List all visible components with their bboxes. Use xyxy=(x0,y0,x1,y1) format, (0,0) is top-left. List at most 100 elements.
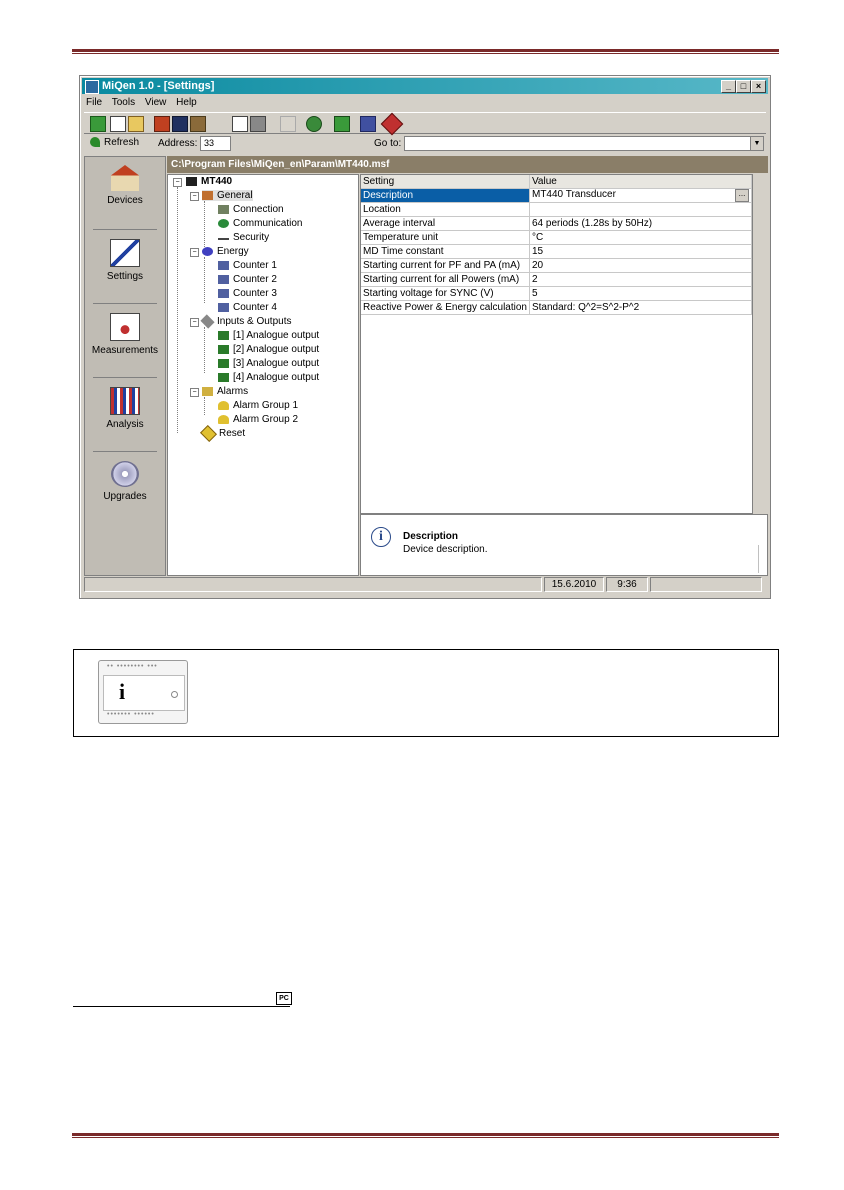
setting-value[interactable]: °C xyxy=(529,230,753,245)
table-row[interactable]: Description MT440 Transducer... xyxy=(361,188,753,203)
export-icon[interactable] xyxy=(190,116,206,132)
sidebar-label: Measurements xyxy=(91,345,159,356)
tree-node-counter-3[interactable]: Counter 3 xyxy=(218,288,277,299)
refresh-button[interactable]: Refresh xyxy=(90,137,139,148)
tree-line xyxy=(204,201,205,247)
tree-node-counter-4[interactable]: Counter 4 xyxy=(218,302,277,313)
tree-node-counter-1[interactable]: Counter 1 xyxy=(218,260,277,271)
sidebar-divider xyxy=(93,229,157,230)
tree-node-inputs-outputs[interactable]: Inputs & Outputs xyxy=(200,314,292,329)
tree-node-communication[interactable]: Communication xyxy=(218,218,302,229)
close-button[interactable]: × xyxy=(751,80,766,93)
tree-collapse-toggle[interactable]: − xyxy=(190,248,199,257)
print-preview-icon[interactable] xyxy=(232,116,248,132)
setting-name: Temperature unit xyxy=(361,230,530,245)
tree-node-analogue-output-4[interactable]: [4] Analogue output xyxy=(218,372,319,383)
table-row[interactable]: Starting current for PF and PA (mA) 20 xyxy=(361,258,753,273)
setting-value[interactable]: 5 xyxy=(529,286,753,301)
sidebar-item-upgrades[interactable]: Upgrades xyxy=(85,461,165,502)
table-row[interactable]: Temperature unit °C xyxy=(361,230,753,245)
tree-node-alarm-group-1[interactable]: Alarm Group 1 xyxy=(218,400,298,411)
setting-name: Description xyxy=(361,188,530,203)
setting-value[interactable]: 64 periods (1.28s by 50Hz) xyxy=(529,216,753,231)
table-row[interactable]: Starting voltage for SYNC (V) 5 xyxy=(361,286,753,301)
setting-value[interactable]: MT440 Transducer... xyxy=(529,188,753,203)
minimize-button[interactable]: _ xyxy=(721,80,736,93)
tree-collapse-toggle[interactable]: − xyxy=(190,388,199,397)
terminal-dots-top: •• •••••••• ••• xyxy=(107,663,158,670)
sidebar-item-measurements[interactable]: Measurements xyxy=(85,313,165,378)
tree-node-reset[interactable]: Reset xyxy=(200,425,245,442)
tree-node-connection[interactable]: Connection xyxy=(218,204,284,215)
tree-collapse-toggle[interactable]: − xyxy=(173,178,182,187)
tree-node-analogue-output-2[interactable]: [2] Analogue output xyxy=(218,344,319,355)
setting-value[interactable]: 15 xyxy=(529,244,753,259)
new-file-icon[interactable] xyxy=(110,116,126,132)
tree-node-analogue-output-1[interactable]: [1] Analogue output xyxy=(218,330,319,341)
status-message xyxy=(84,577,542,592)
app-icon xyxy=(85,80,99,94)
tree-label: Security xyxy=(233,232,270,243)
tree-collapse-toggle[interactable]: − xyxy=(190,318,199,327)
new-device-icon[interactable] xyxy=(90,116,106,132)
header-rule xyxy=(72,49,779,52)
info-icon: i xyxy=(371,527,391,547)
table-row[interactable]: Average interval 64 periods (1.28s by 50H… xyxy=(361,216,753,231)
tree-collapse-toggle[interactable]: − xyxy=(190,192,199,201)
tree-line xyxy=(204,257,205,303)
menu-help[interactable]: Help xyxy=(176,97,197,108)
maximize-button[interactable]: □ xyxy=(736,80,751,93)
tree-node-alarms[interactable]: Alarms xyxy=(202,386,248,397)
tree-label: Energy xyxy=(217,246,249,257)
counter-icon xyxy=(218,302,229,312)
tree-node-mt440[interactable]: MT440 xyxy=(186,176,232,187)
io-icon xyxy=(200,314,215,329)
device-led xyxy=(171,691,178,698)
description-scrollbar[interactable] xyxy=(758,545,767,573)
menu-tools[interactable]: Tools xyxy=(112,97,135,108)
footer-rule xyxy=(72,1133,779,1136)
sidebar-item-devices[interactable]: Devices xyxy=(85,165,165,230)
refresh-tool-icon[interactable] xyxy=(306,116,322,132)
setting-name: Location xyxy=(361,202,530,217)
print-icon[interactable] xyxy=(250,116,266,132)
status-date: 15.6.2010 xyxy=(544,577,604,592)
tree-node-general[interactable]: General xyxy=(202,190,253,201)
tree-label: [4] Analogue output xyxy=(233,372,320,383)
table-row[interactable]: Starting current for all Powers (mA) 2 xyxy=(361,272,753,287)
toolbar xyxy=(84,112,766,136)
book-icon[interactable] xyxy=(380,112,404,136)
sidebar-item-analysis[interactable]: Analysis xyxy=(85,387,165,452)
menu-file[interactable]: File xyxy=(86,97,102,108)
chevron-down-icon[interactable]: ▼ xyxy=(750,137,763,150)
column-header-value[interactable]: Value xyxy=(529,175,753,189)
setting-value[interactable]: 2 xyxy=(529,272,753,287)
monitor-icon[interactable] xyxy=(334,116,350,132)
setting-value[interactable]: 20 xyxy=(529,258,753,273)
setting-value[interactable]: Standard: Q^2=S^2-P^2 xyxy=(529,300,753,315)
sidebar-divider xyxy=(93,377,157,378)
tree-label: [2] Analogue output xyxy=(233,344,320,355)
sidebar-item-settings[interactable]: Settings xyxy=(85,239,165,304)
tree-node-analogue-output-3[interactable]: [3] Analogue output xyxy=(218,358,319,369)
tree-node-counter-2[interactable]: Counter 2 xyxy=(218,274,277,285)
column-header-setting[interactable]: Setting xyxy=(361,175,530,189)
tree-node-security[interactable]: Security xyxy=(218,232,269,243)
tree-label: Counter 1 xyxy=(233,260,277,271)
tree-node-energy[interactable]: Energy xyxy=(202,246,249,257)
save-icon[interactable] xyxy=(172,116,188,132)
open-folder-icon[interactable] xyxy=(128,116,144,132)
upload-icon[interactable] xyxy=(154,116,170,132)
menu-view[interactable]: View xyxy=(145,97,167,108)
info-tool-icon[interactable] xyxy=(360,116,376,132)
measurements-gauge-icon xyxy=(110,313,140,341)
table-row[interactable]: MD Time constant 15 xyxy=(361,244,753,259)
tree-label: Connection xyxy=(233,204,284,215)
ellipsis-button[interactable]: ... xyxy=(735,189,749,202)
tree-node-alarm-group-2[interactable]: Alarm Group 2 xyxy=(218,414,298,425)
table-row[interactable]: Location xyxy=(361,202,753,217)
address-input[interactable]: 33 xyxy=(200,136,231,151)
table-row[interactable]: Reactive Power & Energy calculation Stand… xyxy=(361,300,753,315)
goto-combobox[interactable]: ▼ xyxy=(404,136,764,151)
setting-value[interactable] xyxy=(529,202,753,217)
